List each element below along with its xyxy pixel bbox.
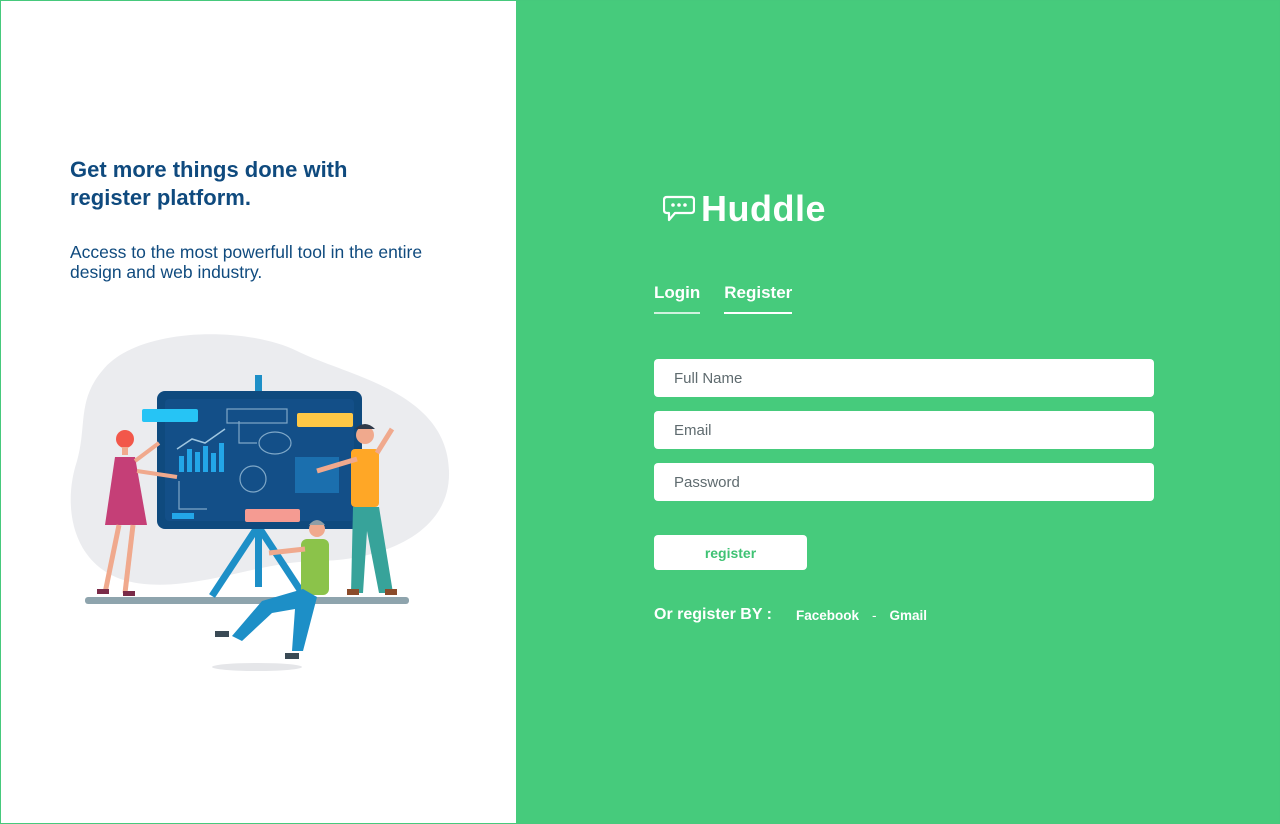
register-button[interactable]: register — [654, 535, 807, 570]
social-register: Or register BY : Facebook - Gmail — [654, 606, 927, 624]
auth-panel: Huddle Login Register register Or regist… — [516, 1, 1279, 823]
full-name-input[interactable] — [654, 359, 1154, 397]
social-register-label: Or register BY : — [654, 606, 772, 623]
chat-bubble-icon — [663, 195, 695, 222]
tab-login[interactable]: Login — [654, 283, 701, 314]
brand-logo: Huddle — [663, 188, 826, 230]
facebook-link[interactable]: Facebook — [796, 608, 859, 623]
promo-headline: Get more things done with register platf… — [70, 157, 348, 210]
gmail-link[interactable]: Gmail — [890, 608, 928, 623]
social-separator: - — [872, 607, 877, 623]
auth-tabs: Login Register — [654, 283, 816, 314]
email-input[interactable] — [654, 411, 1154, 449]
promo-subtext: Access to the most powerfull tool in the… — [70, 242, 423, 282]
team-presentation-illustration — [70, 334, 450, 671]
password-input[interactable] — [654, 463, 1154, 501]
brand-name: Huddle — [701, 188, 826, 229]
tab-register[interactable]: Register — [724, 283, 793, 314]
page-frame: Get more things done with register platf… — [0, 0, 1280, 824]
promo-panel: Get more things done with register platf… — [1, 1, 516, 823]
